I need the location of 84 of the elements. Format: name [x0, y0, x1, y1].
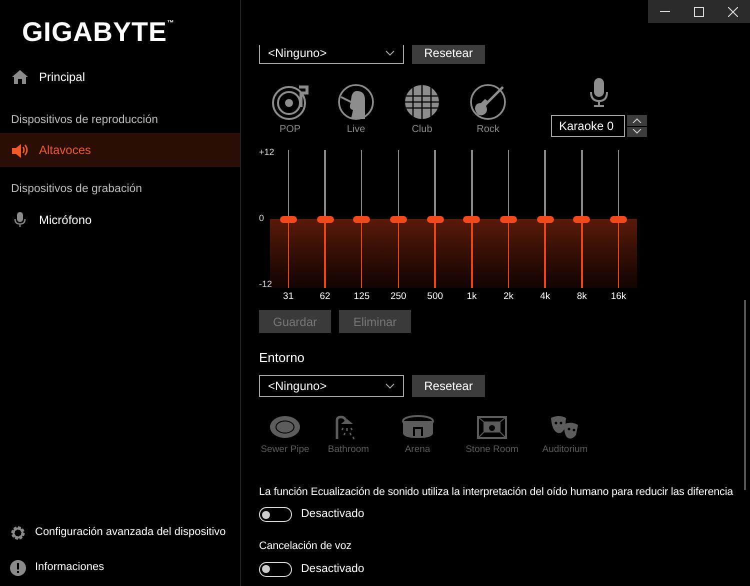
slider-thumb[interactable] [390, 216, 407, 222]
reset-button[interactable]: Resetear [412, 374, 485, 397]
environment-label: Stone Room [466, 442, 518, 457]
nav-item[interactable]: Principal [0, 60, 240, 94]
slider-thumb[interactable] [536, 216, 554, 222]
slider-thumb[interactable] [280, 216, 297, 222]
info-icon [9, 558, 27, 576]
setting-label: La función Ecualización de sonido utiliza la interpretación del oído humano para reducir las diferencia [259, 485, 734, 500]
slider-thumb[interactable] [316, 216, 334, 222]
reset-button[interactable]: Resetear [412, 45, 485, 64]
chevron-down-icon [385, 382, 395, 389]
nav-item[interactable]: Configuración avanzada del dispositivo [0, 515, 240, 550]
preset-label: Rock [476, 123, 500, 137]
scale-label: 0 [259, 213, 266, 223]
eq-slider[interactable] [564, 150, 600, 288]
dropdown[interactable]: <Ninguno> [259, 374, 404, 397]
nav-item[interactable]: Micrófono [0, 202, 240, 236]
scale-label: +12 [259, 147, 276, 157]
frequency-label: 250 [390, 290, 406, 304]
environment-label: Bathroom [328, 442, 370, 457]
environment-label: Arena [404, 442, 430, 457]
toggle-switch[interactable] [259, 562, 292, 577]
toggle-state-label: Desactivado [301, 562, 364, 577]
eq-slider[interactable] [453, 150, 490, 288]
eq-slider[interactable] [600, 150, 637, 288]
close-icon[interactable] [728, 6, 738, 16]
scale-label: -12 [259, 279, 274, 289]
frequency-label: 1k [466, 290, 477, 304]
preset-label: Club [412, 123, 432, 137]
vinyl-record-icon[interactable] [271, 83, 309, 121]
eq-slider[interactable] [526, 150, 564, 288]
nav-item[interactable]: Altavoces [0, 133, 240, 168]
gear-icon [9, 524, 27, 542]
manhole-icon[interactable] [269, 414, 301, 440]
frequency-label: 31 [283, 290, 294, 304]
nav-item[interactable]: Informaciones [0, 550, 240, 585]
chevron-down-icon [385, 50, 395, 56]
section-title: Entorno [259, 349, 306, 368]
logo-text: GIGABYTE [22, 18, 168, 46]
home-icon [11, 68, 29, 86]
slider-thumb[interactable] [463, 216, 480, 222]
karaoke-field[interactable]: Karaoke 0 [551, 115, 625, 137]
eq-slider[interactable] [416, 150, 454, 288]
scrollbar[interactable] [744, 300, 746, 490]
toggle-switch[interactable] [259, 507, 292, 522]
frequency-label: 500 [427, 290, 444, 304]
section-header: Dispositivos de grabación [10, 182, 144, 198]
disco-ball-icon[interactable] [403, 83, 441, 121]
slider-thumb[interactable] [353, 216, 370, 222]
frequency-label: 4k [540, 290, 550, 304]
frequency-label: 2k [503, 290, 514, 304]
eq-slider[interactable] [306, 150, 344, 288]
toggle-state-label: Desactivado [301, 507, 364, 522]
stadium-icon[interactable] [402, 414, 434, 440]
frequency-label: 8k [576, 290, 587, 304]
room-icon[interactable] [476, 414, 508, 440]
slider-thumb[interactable] [500, 216, 517, 222]
eq-slider[interactable] [380, 150, 417, 288]
spin-down-button[interactable] [627, 126, 647, 137]
eq-slider[interactable] [490, 150, 527, 288]
section-header: Dispositivos de reproducción [10, 113, 160, 128]
slider-thumb[interactable] [426, 216, 444, 222]
frequency-label: 16k [610, 290, 626, 304]
slider-thumb[interactable] [573, 216, 590, 222]
slider-thumb[interactable] [610, 216, 628, 222]
speaker-icon [11, 142, 29, 159]
environment-label: Auditorium [542, 442, 588, 457]
spin-up-button[interactable] [627, 115, 647, 126]
maximize-icon[interactable] [694, 6, 704, 16]
minimize-icon[interactable] [660, 10, 670, 12]
chevron-up-icon [632, 118, 642, 123]
preset-label: Live [346, 123, 366, 137]
theater-masks-icon[interactable] [549, 414, 581, 440]
frequency-label: 62 [320, 290, 330, 304]
frequency-label: 125 [354, 290, 370, 304]
preset-label: POP [279, 123, 301, 137]
guitar-icon[interactable] [469, 83, 507, 121]
environment-label: Sewer Pipe [260, 442, 310, 457]
chevron-down-icon [632, 129, 642, 134]
singer-icon[interactable] [337, 83, 375, 121]
dropdown[interactable]: <Ninguno> [259, 45, 404, 64]
eq-slider[interactable] [343, 150, 380, 288]
microphone-icon [590, 78, 608, 107]
setting-label: Cancelación de voz [259, 539, 352, 554]
